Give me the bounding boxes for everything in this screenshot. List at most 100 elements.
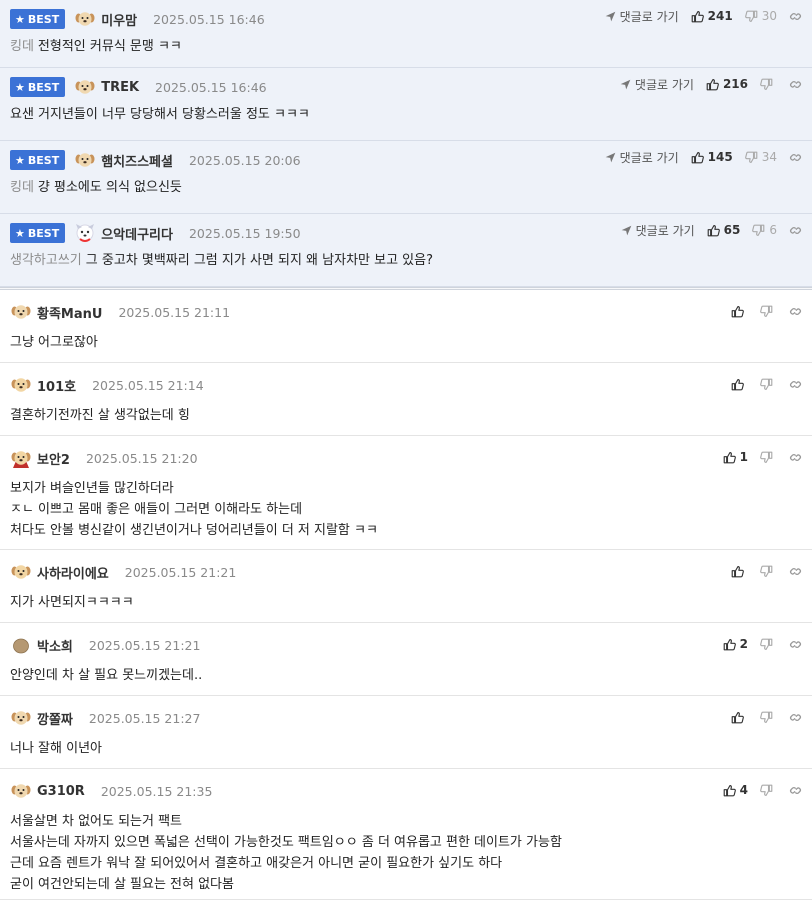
nickname[interactable]: 황족ManU [37, 303, 102, 322]
link-icon[interactable] [789, 305, 802, 318]
reply-link[interactable]: 댓글로 가기 [621, 222, 695, 239]
link-icon[interactable] [789, 565, 802, 578]
comment-actions: 댓글로 가기 65 6 [621, 221, 802, 239]
dislike-count: 30 [761, 9, 777, 23]
labrador-icon[interactable] [10, 374, 32, 396]
link-icon[interactable] [789, 224, 802, 237]
comment-header: 보안2 2025.05.15 21:20 [10, 447, 198, 469]
comment-actions: 댓글로 가기 241 30 [605, 7, 802, 25]
nickname[interactable]: 미우맘 [101, 10, 137, 29]
comment-actions [731, 302, 802, 320]
dislike-button[interactable] [760, 711, 777, 724]
dislike-button[interactable]: 34 [744, 150, 777, 164]
puppy-icon[interactable] [10, 780, 32, 802]
puppy-icon[interactable] [74, 149, 96, 171]
puppy-icon[interactable] [74, 8, 96, 30]
link-icon[interactable] [789, 711, 802, 724]
like-button[interactable]: 216 [706, 77, 748, 91]
best-badge: ★ BEST [10, 77, 66, 97]
link-icon[interactable] [789, 10, 802, 23]
dislike-button[interactable] [760, 378, 777, 391]
thumbs-up-icon [691, 10, 704, 22]
like-button[interactable] [731, 305, 748, 318]
puppy-icon[interactable] [10, 707, 32, 729]
link-icon[interactable] [789, 784, 802, 797]
comment-prefix[interactable]: 킹데 [10, 180, 34, 195]
nickname[interactable]: 햄치즈스페셜 [101, 151, 173, 170]
like-button[interactable] [731, 565, 748, 578]
nickname[interactable]: 보안2 [37, 449, 70, 468]
comment-prefix[interactable]: 생각하고쓰기 [10, 253, 82, 268]
comment-actions: 댓글로 가기 145 34 [605, 148, 802, 166]
send-icon [621, 225, 631, 235]
nickname[interactable]: 으악데구리다 [101, 224, 173, 243]
comment-prefix[interactable]: 킹데 [10, 39, 34, 54]
nickname[interactable]: 박소희 [37, 636, 73, 655]
dislike-button[interactable]: 6 [752, 223, 777, 237]
potato-icon[interactable] [10, 634, 32, 656]
comment-actions: 2 [723, 635, 802, 653]
thumbs-down-icon [760, 451, 773, 463]
nickname[interactable]: 사하라이에요 [37, 563, 109, 582]
comment-header: 101호 2025.05.15 21:14 [10, 374, 204, 396]
dislike-button[interactable] [760, 565, 777, 578]
comment-text: 요샌 거지년들이 너무 당당해서 당황스러울 정도 ㅋㅋㅋ [10, 107, 310, 122]
link-icon[interactable] [789, 78, 802, 91]
like-button[interactable] [731, 378, 748, 391]
comment-date: 2025.05.15 21:21 [124, 564, 237, 580]
thumbs-up-icon [691, 151, 704, 163]
puppy-icon[interactable] [74, 76, 96, 98]
dislike-button[interactable] [760, 305, 777, 318]
comment-line: 지가 사면되지ㅋㅋㅋㅋ [10, 595, 134, 610]
comment-date: 2025.05.15 21:14 [92, 377, 204, 393]
dislike-button[interactable]: 30 [744, 9, 777, 23]
link-icon[interactable] [789, 451, 802, 464]
thumbs-up-icon [731, 565, 744, 577]
best-comment: ★ BEST TREK 2025.05.15 16:46 댓글로 가기 216 요샌 거지년… [0, 68, 812, 141]
like-button[interactable] [731, 711, 748, 724]
dog-icon[interactable] [74, 222, 96, 244]
nickname[interactable]: 깡쫄짜 [37, 709, 73, 728]
nickname[interactable]: TREK [101, 80, 139, 95]
puppy-icon[interactable] [10, 301, 32, 323]
reply-link[interactable]: 댓글로 가기 [620, 76, 694, 93]
reply-label: 댓글로 가기 [619, 150, 679, 165]
like-button[interactable]: 1 [723, 450, 748, 464]
caped-dog-icon[interactable] [10, 447, 32, 469]
comment-date: 2025.05.15 19:50 [188, 225, 301, 241]
reply-link[interactable]: 댓글로 가기 [605, 8, 679, 25]
thumbs-up-icon [723, 638, 736, 650]
link-icon[interactable] [789, 151, 802, 164]
like-button[interactable]: 4 [723, 783, 748, 797]
reply-label: 댓글로 가기 [619, 9, 679, 24]
like-count: 241 [707, 9, 733, 23]
comment-date: 2025.05.15 21:21 [88, 637, 201, 653]
comment-actions [731, 562, 802, 580]
comment: 사하라이에요 2025.05.15 21:21 지가 사면되지ㅋㅋㅋㅋ [0, 550, 812, 623]
dislike-button[interactable] [760, 78, 777, 91]
nickname[interactable]: 101호 [37, 376, 76, 395]
link-icon[interactable] [789, 378, 802, 391]
thumbs-down-icon [752, 224, 765, 236]
comment: 황족ManU 2025.05.15 21:11 그냥 어그로잖아 [0, 290, 812, 363]
dislike-button[interactable] [760, 784, 777, 797]
like-button[interactable]: 241 [691, 9, 733, 23]
comment-date: 2025.05.15 20:06 [188, 152, 301, 168]
send-icon [620, 79, 631, 89]
like-button[interactable]: 2 [723, 637, 748, 651]
dislike-button[interactable] [760, 451, 777, 464]
like-button[interactable]: 65 [707, 223, 740, 237]
like-count: 2 [739, 637, 748, 651]
comment-line: 처다도 안볼 병신같이 생긴년이거나 덩어리년들이 더 저 지랄함 ㅋㅋ [10, 523, 378, 538]
labrador-icon[interactable] [10, 561, 32, 583]
thumbs-down-icon [744, 10, 758, 22]
thumbs-up-icon [723, 451, 736, 463]
dislike-button[interactable] [760, 638, 777, 651]
link-icon[interactable] [789, 638, 802, 651]
best-badge-label: BEST [27, 80, 60, 94]
nickname[interactable]: G310R [37, 784, 85, 799]
reply-link[interactable]: 댓글로 가기 [605, 149, 679, 166]
comment-line: 서울사는데 자까지 있으면 폭넓은 선택이 가능한것도 팩트임ㅇㅇ 좀 더 여유… [10, 835, 562, 850]
like-button[interactable]: 145 [691, 150, 733, 164]
dislike-count: 6 [769, 223, 777, 237]
